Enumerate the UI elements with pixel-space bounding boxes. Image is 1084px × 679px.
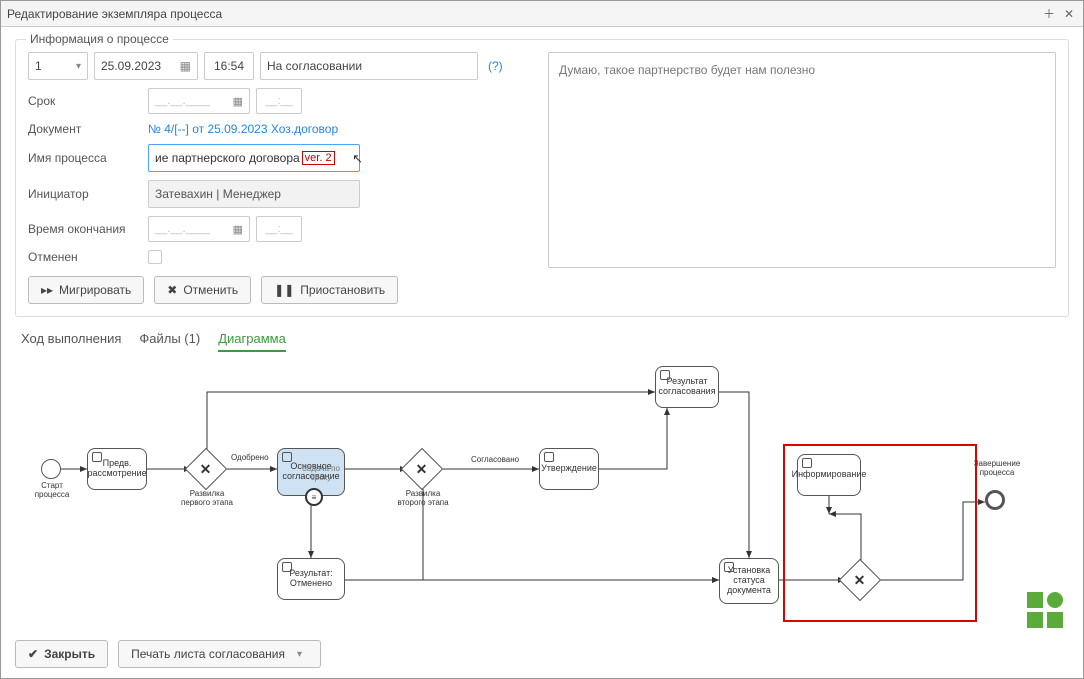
label-cancelled: Отменен <box>28 250 142 264</box>
tab-diagram[interactable]: Диаграмма <box>218 331 286 352</box>
task-main-sub: Задача по сроку <box>291 465 351 483</box>
cancelled-checkbox[interactable] <box>148 250 162 264</box>
srok-time[interactable]: __:__ <box>256 88 302 114</box>
edge-approved: Одобрено <box>231 454 269 463</box>
highlight-box <box>783 444 977 622</box>
calendar-icon: ▦ <box>233 95 243 108</box>
window: Редактирование экземпляра процесса ＋ ✕ И… <box>0 0 1084 679</box>
logo-icon <box>1023 588 1067 632</box>
tab-progress[interactable]: Ход выполнения <box>21 331 121 352</box>
task-assert[interactable]: Утверждение <box>539 448 599 490</box>
label-document: Документ <box>28 122 142 136</box>
process-info-fieldset: Информация о процессе 1▾ 25.09.2023▦ 16:… <box>15 39 1069 317</box>
calendar-icon: ▦ <box>233 223 243 236</box>
close-button[interactable]: ✔Закрыть <box>15 640 108 668</box>
end-label: Завершение процесса <box>969 460 1025 478</box>
date-field[interactable]: 25.09.2023▦ <box>94 52 198 80</box>
tabs: Ход выполнения Файлы (1) Диаграмма <box>21 331 1063 352</box>
sequence-number[interactable]: 1▾ <box>28 52 88 80</box>
timer-icon: ≡ <box>305 488 323 506</box>
cancel-button[interactable]: ✖Отменить <box>154 276 251 304</box>
comment-box[interactable]: Думаю, такое партнерство будет нам полез… <box>548 52 1056 268</box>
chevron-down-icon: ▾ <box>297 649 302 660</box>
tab-files[interactable]: Файлы (1) <box>139 331 200 352</box>
label-endtime: Время окончания <box>28 222 142 236</box>
task-preliminary[interactable]: Предв. рассмотрение <box>87 448 147 490</box>
check-icon: ✔ <box>28 647 38 661</box>
document-link[interactable]: № 4/[--] от 25.09.2023 Хоз.договор <box>148 122 338 136</box>
pause-button[interactable]: ❚❚Приостановить <box>261 276 398 304</box>
initiator-field: Затевахин | Менеджер <box>148 180 360 208</box>
start-event[interactable] <box>41 459 61 479</box>
label-initiator: Инициатор <box>28 187 142 201</box>
version-tag: ver. 2 <box>302 151 335 165</box>
maximize-icon[interactable]: ＋ <box>1041 6 1057 22</box>
chevron-down-icon: ▾ <box>76 61 81 72</box>
print-button[interactable]: Печать листа согласования▾ <box>118 640 321 668</box>
time-field[interactable]: 16:54 <box>204 52 254 80</box>
bpmn-diagram[interactable]: Старт процесса Предв. рассмотрение ✕ Раз… <box>19 362 1069 634</box>
migrate-button[interactable]: ▸▸Мигрировать <box>28 276 144 304</box>
endtime-time[interactable]: __:__ <box>256 216 302 242</box>
task-set-status[interactable]: Установка статуса документа <box>719 558 779 604</box>
process-name-input[interactable]: ие партнерского договора ver. 2 ↖ <box>148 144 360 172</box>
close-icon[interactable]: ✕ <box>1061 6 1077 22</box>
x-icon: ✖ <box>167 283 177 297</box>
forward-icon: ▸▸ <box>41 283 53 297</box>
gateway-2-label: Развилка второго этапа <box>393 490 453 508</box>
gateway-1-label: Развилка первого этапа <box>181 490 233 508</box>
gateway-2[interactable]: ✕ <box>401 448 443 490</box>
window-title: Редактирование экземпляра процесса <box>7 7 1037 21</box>
end-event[interactable] <box>985 490 1005 510</box>
calendar-icon: ▦ <box>180 59 191 73</box>
task-result[interactable]: Результат согласования <box>655 366 719 408</box>
endtime-date[interactable]: __.__.____▦ <box>148 216 250 242</box>
task-result-cancel[interactable]: Результат: Отменено <box>277 558 345 600</box>
status-field[interactable]: На согласовании <box>260 52 478 80</box>
start-label: Старт процесса <box>23 482 81 500</box>
label-process-name: Имя процесса <box>28 151 142 165</box>
pause-icon: ❚❚ <box>274 283 294 297</box>
gateway-1[interactable]: ✕ <box>185 448 227 490</box>
srok-date[interactable]: __.__.____▦ <box>148 88 250 114</box>
help-icon[interactable]: (?) <box>488 59 503 73</box>
edge-agreed: Согласовано <box>471 456 519 465</box>
label-srok: Срок <box>28 94 142 108</box>
titlebar: Редактирование экземпляра процесса ＋ ✕ <box>1 1 1083 27</box>
fieldset-legend: Информация о процессе <box>26 32 173 46</box>
cursor-icon: ↖ <box>352 151 363 167</box>
